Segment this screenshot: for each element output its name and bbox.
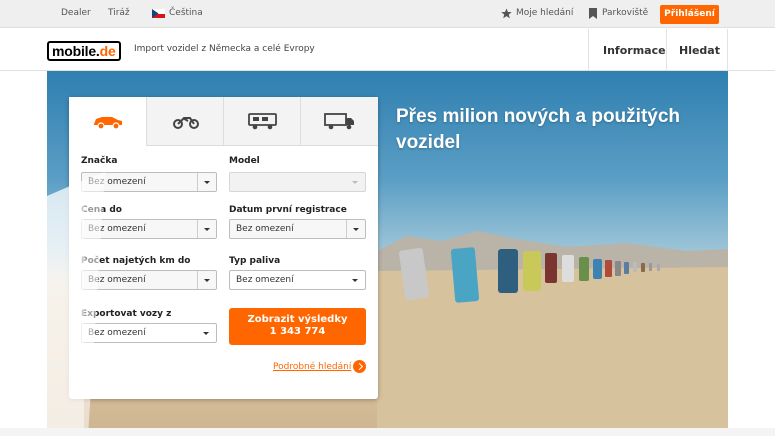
bookmark-icon[interactable] (589, 8, 597, 19)
truck-icon (324, 113, 354, 130)
make-label: Značka (81, 156, 118, 166)
nav-divider (727, 29, 728, 71)
export-select[interactable]: Bez omezení (81, 323, 217, 343)
mileage-select-value: Bez omezení (88, 275, 146, 285)
arrow-right-icon[interactable] (353, 360, 366, 373)
price-select[interactable]: Bez omezení (81, 219, 217, 239)
chevron-down-icon (197, 173, 216, 191)
dealer-link[interactable]: Dealer (61, 8, 91, 18)
detailed-search-link[interactable]: Podrobné hledání (273, 362, 351, 372)
language-selector[interactable]: Čeština (169, 8, 203, 18)
show-results-label: Zobrazit výsledky (247, 314, 348, 325)
vehicle-type-tabs (69, 97, 378, 146)
chevron-down-icon (346, 173, 365, 191)
star-icon[interactable] (501, 8, 512, 19)
tiraz-link[interactable]: Tiráž (108, 8, 130, 18)
registration-select-value: Bez omezení (236, 224, 294, 234)
nav-divider (666, 29, 667, 71)
hero-title: Přes milion nových a použitých vozidel (396, 106, 681, 153)
chevron-down-icon (197, 220, 216, 238)
chevron-down-icon (197, 271, 216, 289)
czech-flag-icon[interactable] (152, 9, 165, 18)
show-results-button[interactable]: Zobrazit výsledky 1 343 774 (229, 308, 366, 345)
registration-label: Datum první registrace (229, 205, 347, 215)
fuel-select[interactable]: Bez omezení (229, 270, 366, 290)
tab-truck[interactable] (300, 97, 378, 146)
nav-divider (588, 29, 589, 71)
motorhome-icon (248, 113, 277, 130)
chevron-down-icon (346, 220, 365, 238)
fuel-label: Typ paliva (229, 256, 281, 266)
login-button[interactable]: Přihlášení (660, 5, 719, 24)
export-label: Exportovat vozy z (81, 309, 172, 319)
registration-select[interactable]: Bez omezení (229, 219, 366, 239)
export-select-value: Bez omezení (88, 328, 146, 338)
parking-link[interactable]: Parkoviště (602, 8, 648, 18)
motorbike-icon (173, 117, 199, 129)
nav-search[interactable]: Hledat (679, 44, 720, 57)
nav-info[interactable]: Informace (603, 44, 666, 57)
chevron-down-icon (197, 324, 216, 342)
tab-motorbike[interactable] (146, 97, 223, 146)
model-select[interactable] (229, 172, 366, 192)
car-icon (94, 117, 122, 130)
mileage-label: Počet najetých km do (81, 256, 191, 266)
tab-motorhome[interactable] (223, 97, 300, 146)
make-select[interactable]: Bez omezení (81, 172, 217, 192)
results-count: 1 343 774 (269, 326, 326, 337)
make-select-value: Bez omezení (88, 177, 146, 187)
mileage-select[interactable]: Bez omezení (81, 270, 217, 290)
price-label: Cena do (81, 205, 122, 215)
fuel-select-value: Bez omezení (236, 275, 294, 285)
logo-de: de (99, 43, 116, 59)
mobile-de-logo[interactable]: mobile. de (47, 41, 121, 61)
saved-searches-link[interactable]: Moje hledání (516, 8, 573, 18)
top-utility-bar: Dealer Tiráž Čeština Moje hledání Parkov… (0, 0, 775, 28)
model-label: Model (229, 156, 260, 166)
logo-text: mobile (52, 43, 96, 59)
price-select-value: Bez omezení (88, 224, 146, 234)
tab-car[interactable] (69, 97, 146, 146)
chevron-down-icon (346, 271, 365, 289)
page-bottom (0, 428, 775, 436)
header-tagline: Import vozidel z Německa a celé Evropy (134, 44, 315, 54)
